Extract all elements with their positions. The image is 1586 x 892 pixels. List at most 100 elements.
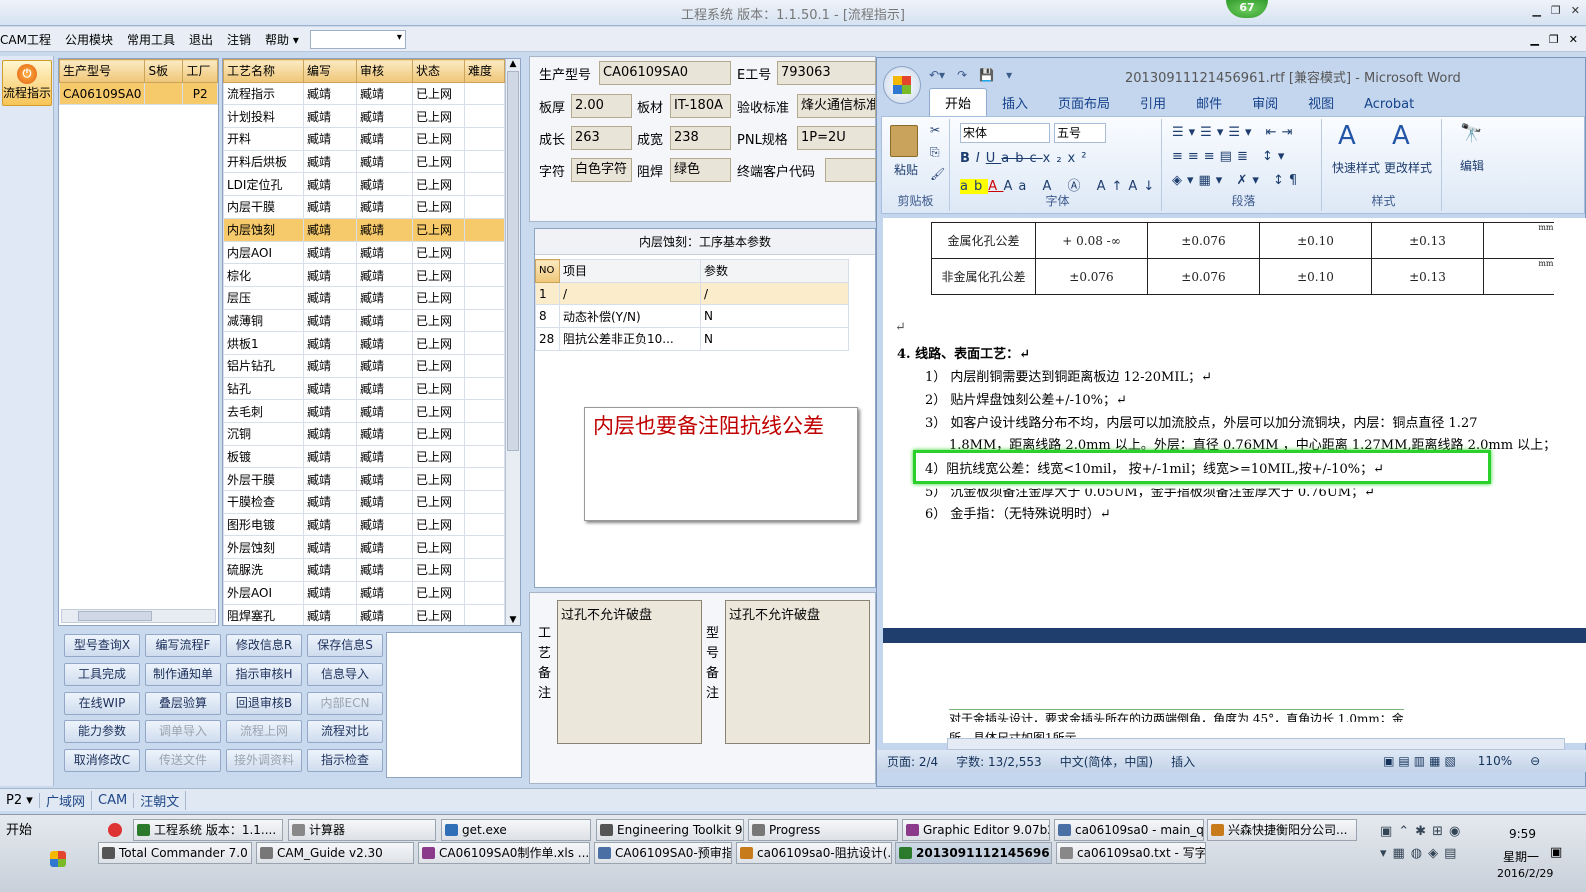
shading-icons[interactable]: ◈▾▦▾ ✗▾ ↕¶	[1172, 173, 1302, 188]
strikethrough-icon[interactable]: abc	[1001, 151, 1042, 166]
menu-help[interactable]: 帮助 ▾	[258, 31, 306, 48]
table-row[interactable]: 外层蚀刻 臧靖 臧靖 已上网	[223, 535, 505, 560]
taskbar-item[interactable]: ca06109sa0 - main_qa	[1054, 819, 1204, 841]
eno-field[interactable]: 793063	[777, 61, 876, 85]
customer-code-field[interactable]	[825, 158, 876, 182]
action-button[interactable]: 指示检查	[307, 749, 383, 773]
taskbar-item[interactable]: Engineering Toolkit 9.0...	[596, 819, 744, 841]
model-list-hscroll[interactable]	[61, 609, 216, 623]
quick-styles-icon[interactable]: A	[1338, 121, 1356, 151]
document-page-2[interactable]: 对于金插头设计，要求金插头所在的边两端倒角，角度为 45°，直角边长 1.0mm…	[883, 643, 1586, 743]
accept-field[interactable]: 烽火通信标准	[797, 94, 876, 118]
taskbar-item[interactable]: ca06109sa0-阻抗设计(...	[736, 842, 892, 864]
table-row[interactable]: 干膜检查 臧靖 臧靖 已上网	[223, 490, 505, 514]
document-page[interactable]: 金属化孔公差 + 0.08 -∞ ±0.076 ±0.10 ±0.13 mm 非金属化孔公差…	[883, 218, 1586, 628]
thickness-field[interactable]: 2.00	[571, 94, 632, 118]
edit-button[interactable]: 编辑	[1460, 157, 1484, 174]
table-row[interactable]: 棕化 臧靖 臧靖 已上网	[223, 263, 505, 287]
action-button[interactable]: 接外调资料	[226, 749, 302, 773]
col-difficulty[interactable]: 难度	[464, 59, 505, 83]
action-button[interactable]: 调单导入	[145, 720, 221, 744]
table-row[interactable]: 流程指示 臧靖 臧靖 已上网	[223, 81, 505, 106]
font-size-box[interactable]: 五号	[1054, 123, 1106, 143]
save-icon[interactable]: 💾	[979, 68, 994, 82]
paste-button[interactable]: 粘贴	[894, 161, 918, 178]
action-button[interactable]: 叠层验算	[145, 691, 221, 715]
tab-references[interactable]: 引用	[1125, 89, 1181, 116]
taskbar-item[interactable]: CAM_Guide v2.30	[256, 842, 414, 864]
show-desktop-icon[interactable]: ▣	[1550, 845, 1562, 860]
status-page[interactable]: 页面: 2/4	[887, 753, 938, 770]
tray-icons[interactable]: ▣⌃✱⊞◉ ▾▦◍◈▤	[1380, 821, 1476, 881]
zoom-out-icon[interactable]: ⊖	[1530, 754, 1540, 768]
table-row[interactable]: 板镀 臧靖 臧靖 已上网	[223, 444, 505, 469]
mdi-close-icon[interactable]: ✕	[1569, 33, 1578, 46]
taskbar-item[interactable]: 20130911121456961....	[895, 842, 1052, 864]
table-row[interactable]: 沉铜 臧靖 臧靖 已上网	[223, 422, 505, 446]
clock-time[interactable]: 9:59	[1509, 827, 1536, 841]
action-button[interactable]: 工具完成	[64, 662, 140, 686]
vscroll-thumb[interactable]	[507, 71, 519, 451]
tab-wan[interactable]: 广域网	[40, 790, 93, 810]
customize-qat-icon[interactable]: ▾	[1006, 68, 1012, 82]
col-s-board[interactable]: S板	[144, 59, 184, 83]
table-row[interactable]: 8 动态补偿(Y/N) N	[535, 304, 849, 329]
view-buttons[interactable]: ▣▤▥▦▧	[1383, 754, 1460, 768]
mask-field[interactable]: 绿色	[670, 158, 731, 182]
table-row[interactable]: 计划投料 臧靖 臧靖 已上网	[223, 104, 505, 129]
model-notes-box[interactable]: 过孔不允许破盘	[725, 600, 870, 744]
menu-cam[interactable]: CAM工程	[0, 31, 58, 48]
change-styles-icon[interactable]: A	[1392, 121, 1410, 151]
table-row[interactable]: 28 阻抗公差非正负10... N	[535, 327, 849, 351]
character-field[interactable]: 白色字符	[571, 158, 632, 182]
tab-cam[interactable]: CAM	[92, 792, 135, 808]
action-button[interactable]: 型号查询X	[64, 634, 140, 657]
action-button[interactable]: 取消修改C	[64, 749, 140, 773]
table-row[interactable]: CA06109SA0 P2	[58, 81, 218, 106]
quick-launch-icon[interactable]	[108, 823, 122, 837]
taskbar-item[interactable]: 兴森快捷衡阳分公司...	[1207, 819, 1357, 841]
tab-layout[interactable]: 页面布局	[1043, 89, 1125, 116]
col-factory[interactable]: 工厂	[182, 59, 218, 83]
start-button[interactable]: 开始	[0, 819, 48, 843]
action-button[interactable]: 传送文件	[145, 749, 221, 773]
redo-icon[interactable]: ↷	[957, 68, 967, 82]
factory-selector[interactable]: P2 ▾	[0, 792, 40, 808]
col-process-name[interactable]: 工艺名称	[223, 59, 304, 83]
table-row[interactable]: 去毛刺 臧靖 臧靖 已上网	[223, 399, 505, 423]
taskbar-item[interactable]: get.exe	[441, 819, 591, 841]
bold-icon[interactable]: B	[960, 151, 976, 166]
table-row[interactable]: LDI定位孔 臧靖 臧靖 已上网	[223, 172, 505, 197]
process-vscroll[interactable]: ▲ ▼	[505, 59, 520, 625]
action-button[interactable]: 保存信息S	[307, 634, 383, 657]
table-row[interactable]: 烘板1 臧靖 臧靖 已上网	[223, 331, 505, 355]
model-field[interactable]: CA06109SA0	[599, 61, 731, 85]
menu-combo-box[interactable]	[309, 29, 406, 49]
underline-icon[interactable]: U	[986, 151, 1002, 166]
table-row[interactable]: 铝片钻孔 臧靖 臧靖 已上网	[223, 353, 505, 378]
menu-logout[interactable]: 注销	[220, 31, 258, 48]
status-language[interactable]: 中文(简体，中国)	[1060, 753, 1153, 770]
table-row[interactable]: 内层AOI 臧靖 臧靖 已上网	[223, 240, 505, 265]
menu-exit[interactable]: 退出	[182, 31, 220, 48]
action-button[interactable]: 编写流程F	[145, 634, 221, 657]
hscroll-thumb[interactable]	[78, 611, 152, 621]
taskbar-item[interactable]: 计算器	[288, 819, 436, 841]
taskbar-item[interactable]: ca06109sa0.txt - 写字板	[1056, 842, 1206, 864]
table-row[interactable]: 硫脲洗 臧靖 臧靖 已上网	[223, 558, 505, 582]
undo-icon[interactable]: ↶▾	[929, 68, 945, 82]
list-icons[interactable]: ☰▾☰▾☰▾ ⇤⇥	[1172, 125, 1297, 140]
find-icon[interactable]: 🔭	[1460, 123, 1482, 144]
action-button[interactable]: 流程对比	[307, 720, 383, 744]
taskbar-item[interactable]: CA06109SA0制作单.xls ...	[418, 842, 590, 864]
col-writer[interactable]: 编写	[303, 59, 357, 83]
action-button[interactable]: 指示审核H	[226, 662, 302, 686]
material-field[interactable]: IT-180A	[670, 94, 731, 118]
table-row[interactable]: 内层干膜 臧靖 臧靖 已上网	[223, 195, 505, 219]
table-row[interactable]: 内层蚀刻 臧靖 臧靖 已上网	[223, 217, 505, 242]
table-row[interactable]: 图形电镀 臧靖 臧靖 已上网	[223, 512, 505, 537]
table-row[interactable]: 阻焊塞孔 臧靖 臧靖 已上网	[223, 603, 505, 625]
word-hscroll[interactable]	[947, 738, 1565, 750]
zoom-level[interactable]: 110%	[1478, 754, 1512, 768]
tab-mailings[interactable]: 邮件	[1181, 89, 1237, 116]
